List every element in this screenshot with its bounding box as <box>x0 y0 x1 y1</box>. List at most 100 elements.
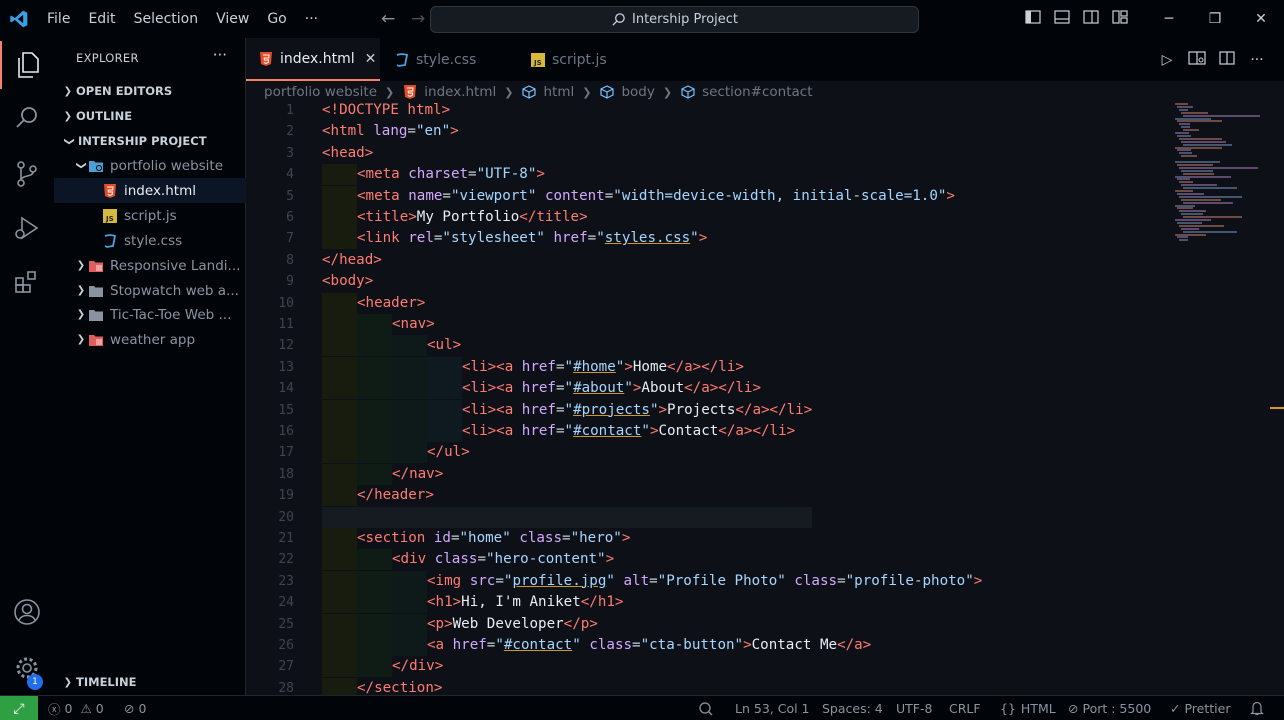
code-line[interactable]: 26 <a href="#contact" class="cta-button">… <box>246 635 1284 656</box>
section-timeline[interactable]: ❯ TIMELINE <box>54 670 246 694</box>
source-control-icon[interactable] <box>0 150 54 198</box>
breadcrumb-html[interactable]: html <box>543 84 574 100</box>
code-line[interactable]: 25 <p>Web Developer</p> <box>246 613 1284 635</box>
section-open-editors[interactable]: ❯ OPEN EDITORS <box>54 79 246 103</box>
code-line[interactable]: 9 <body> <box>246 271 1284 292</box>
menu-file[interactable]: File <box>38 0 79 38</box>
language-mode[interactable]: {} HTML <box>1000 696 1056 720</box>
zoom-icon[interactable] <box>698 696 714 720</box>
code-line[interactable]: 8 </head> <box>246 250 1284 271</box>
tree-folder-portfolio[interactable]: ❯ portfolio website <box>54 153 246 178</box>
section-outline[interactable]: ❯ OUTLINE <box>54 104 246 128</box>
command-center-search[interactable]: Intership Project <box>430 6 919 33</box>
indent-guide <box>392 613 427 635</box>
code-line[interactable]: 3 <head> <box>246 143 1284 164</box>
toggle-sidebar-icon[interactable] <box>1018 10 1047 28</box>
code-editor[interactable]: 1 <!DOCTYPE html> 2 <html lang="en"> 3 <head>… <box>246 100 1284 695</box>
breadcrumb-file[interactable]: index.html <box>424 84 496 100</box>
forward-arrow-icon[interactable]: → <box>403 9 433 29</box>
remote-indicator-icon[interactable]: ⤢ <box>0 696 38 720</box>
tree-folder-weather[interactable]: ❯ weather app <box>54 327 246 352</box>
explorer-icon[interactable] <box>0 41 54 89</box>
line-number: 25 <box>278 616 294 632</box>
code-text: <h1>Hi, I'm Aniket</h1> <box>427 594 624 611</box>
manage-gear-icon[interactable]: 1 <box>0 644 54 692</box>
breadcrumb-folder[interactable]: portfolio website <box>264 84 377 100</box>
code-line[interactable]: 21 <section id="home" class="hero"> <box>246 528 1284 549</box>
live-server-port[interactable]: ⊘ Port : 5500 <box>1068 696 1151 720</box>
code-line[interactable]: 16 <li><a href="#contact">Contact</a></li… <box>246 421 1284 442</box>
restore-icon[interactable]: ❐ <box>1192 11 1238 27</box>
split-editor-icon[interactable] <box>1212 50 1242 69</box>
code-line[interactable]: 5 <meta name="viewport" content="width=de… <box>246 185 1284 207</box>
code-line[interactable]: 12 <ul> <box>246 335 1284 357</box>
section-project[interactable]: ❯ INTERSHIP PROJECT <box>54 129 246 153</box>
tab-script-js[interactable]: JS script.js <box>518 38 652 81</box>
close-tab-icon[interactable]: ✕ <box>365 51 377 67</box>
tree-folder-tictactoe[interactable]: ❯ Tic-Tac-Toe Web ... <box>54 302 246 327</box>
tree-file-script-js[interactable]: JS script.js <box>54 203 246 228</box>
code-line[interactable]: 17 </ul> <box>246 442 1284 464</box>
code-line[interactable]: 10 <header> <box>246 292 1284 314</box>
back-arrow-icon[interactable]: ← <box>373 9 403 29</box>
code-line[interactable]: 1 <!DOCTYPE html> <box>246 100 1284 121</box>
minimap-line <box>1175 233 1206 236</box>
menu-view[interactable]: View <box>207 0 258 38</box>
code-line[interactable]: 14 <li><a href="#about">About</a></li> <box>246 378 1284 400</box>
cursor-position[interactable]: Ln 53, Col 1 <box>735 696 810 720</box>
search-view-icon[interactable] <box>0 94 54 142</box>
minimap[interactable] <box>1175 103 1270 243</box>
code-line[interactable]: 24 <h1>Hi, I'm Aniket</h1> <box>246 592 1284 614</box>
tab-index-html[interactable]: index.html ✕ <box>246 38 380 81</box>
ports-status[interactable]: ⊘ 0 <box>124 696 146 720</box>
code-line[interactable]: 11 <nav> <box>246 314 1284 335</box>
prettier-status[interactable]: ✓ Prettier <box>1170 696 1230 720</box>
tree-folder-responsive[interactable]: ❯ Responsive Landi... <box>54 253 246 278</box>
editor-more-icon[interactable]: ··· <box>1242 52 1272 68</box>
code-line[interactable]: 20 <box>246 506 1284 528</box>
code-line[interactable]: 19 </header> <box>246 485 1284 507</box>
menu-more-icon[interactable]: ··· <box>296 0 327 38</box>
run-debug-icon[interactable] <box>0 204 54 252</box>
indent-guide <box>357 335 392 357</box>
indent-guide <box>322 570 357 592</box>
encoding[interactable]: UTF-8 <box>896 696 932 720</box>
tab-style-css[interactable]: style.css <box>382 38 516 81</box>
code-line[interactable]: 7 <link rel="stylesheet" href="styles.css… <box>246 228 1284 250</box>
breadcrumb-body[interactable]: body <box>621 84 654 100</box>
notifications-bell-icon[interactable] <box>1250 696 1264 720</box>
tree-folder-stopwatch[interactable]: ❯ Stopwatch web a... <box>54 278 246 303</box>
menu-go[interactable]: Go <box>258 0 295 38</box>
code-line[interactable]: 23 <img src="profile.jpg" alt="Profile Ph… <box>246 570 1284 592</box>
breadcrumb-section[interactable]: section#contact <box>702 84 812 100</box>
close-window-icon[interactable]: ✕ <box>1238 11 1284 27</box>
toggle-panel-icon[interactable] <box>1047 10 1076 28</box>
code-line[interactable]: 22 <div class="hero-content"> <box>246 549 1284 571</box>
chevron-right-icon: ❯ <box>76 309 86 320</box>
menu-edit[interactable]: Edit <box>79 0 124 38</box>
code-line[interactable]: 15 <li><a href="#projects">Projects</a></… <box>246 399 1284 421</box>
chevron-right-icon: ❯ <box>63 85 72 97</box>
code-line[interactable]: 2 <html lang="en"> <box>246 121 1284 142</box>
customize-layout-icon[interactable] <box>1105 10 1134 28</box>
minimap-line <box>1179 195 1242 198</box>
accounts-icon[interactable] <box>0 588 54 636</box>
code-line[interactable]: 4 <meta charset="UTF-8"> <box>246 164 1284 186</box>
extensions-icon[interactable] <box>0 258 54 306</box>
explorer-more-icon[interactable]: ··· <box>213 46 227 64</box>
code-line[interactable]: 28 </section> <box>246 677 1284 695</box>
code-line[interactable]: 13 <li><a href="#home">Home</a></li> <box>246 356 1284 378</box>
minimize-icon[interactable]: ─ <box>1146 11 1192 27</box>
toggle-secondary-sidebar-icon[interactable] <box>1076 10 1105 28</box>
menu-selection[interactable]: Selection <box>125 0 208 38</box>
indentation[interactable]: Spaces: 4 <box>822 696 883 720</box>
tree-file-index-html[interactable]: index.html <box>54 178 246 203</box>
problems-status[interactable]: ⓧ 0 ⚠ 0 <box>48 696 104 720</box>
run-file-icon[interactable]: ▷ <box>1152 52 1182 68</box>
line-ending[interactable]: CRLF <box>949 696 981 720</box>
code-line[interactable]: 18 </nav> <box>246 463 1284 485</box>
open-preview-icon[interactable] <box>1182 50 1212 69</box>
code-line[interactable]: 27 </div> <box>246 656 1284 678</box>
tree-file-style-css[interactable]: style.css <box>54 228 246 253</box>
code-line[interactable]: 6 <title>My Portfolio</title> <box>246 207 1284 228</box>
